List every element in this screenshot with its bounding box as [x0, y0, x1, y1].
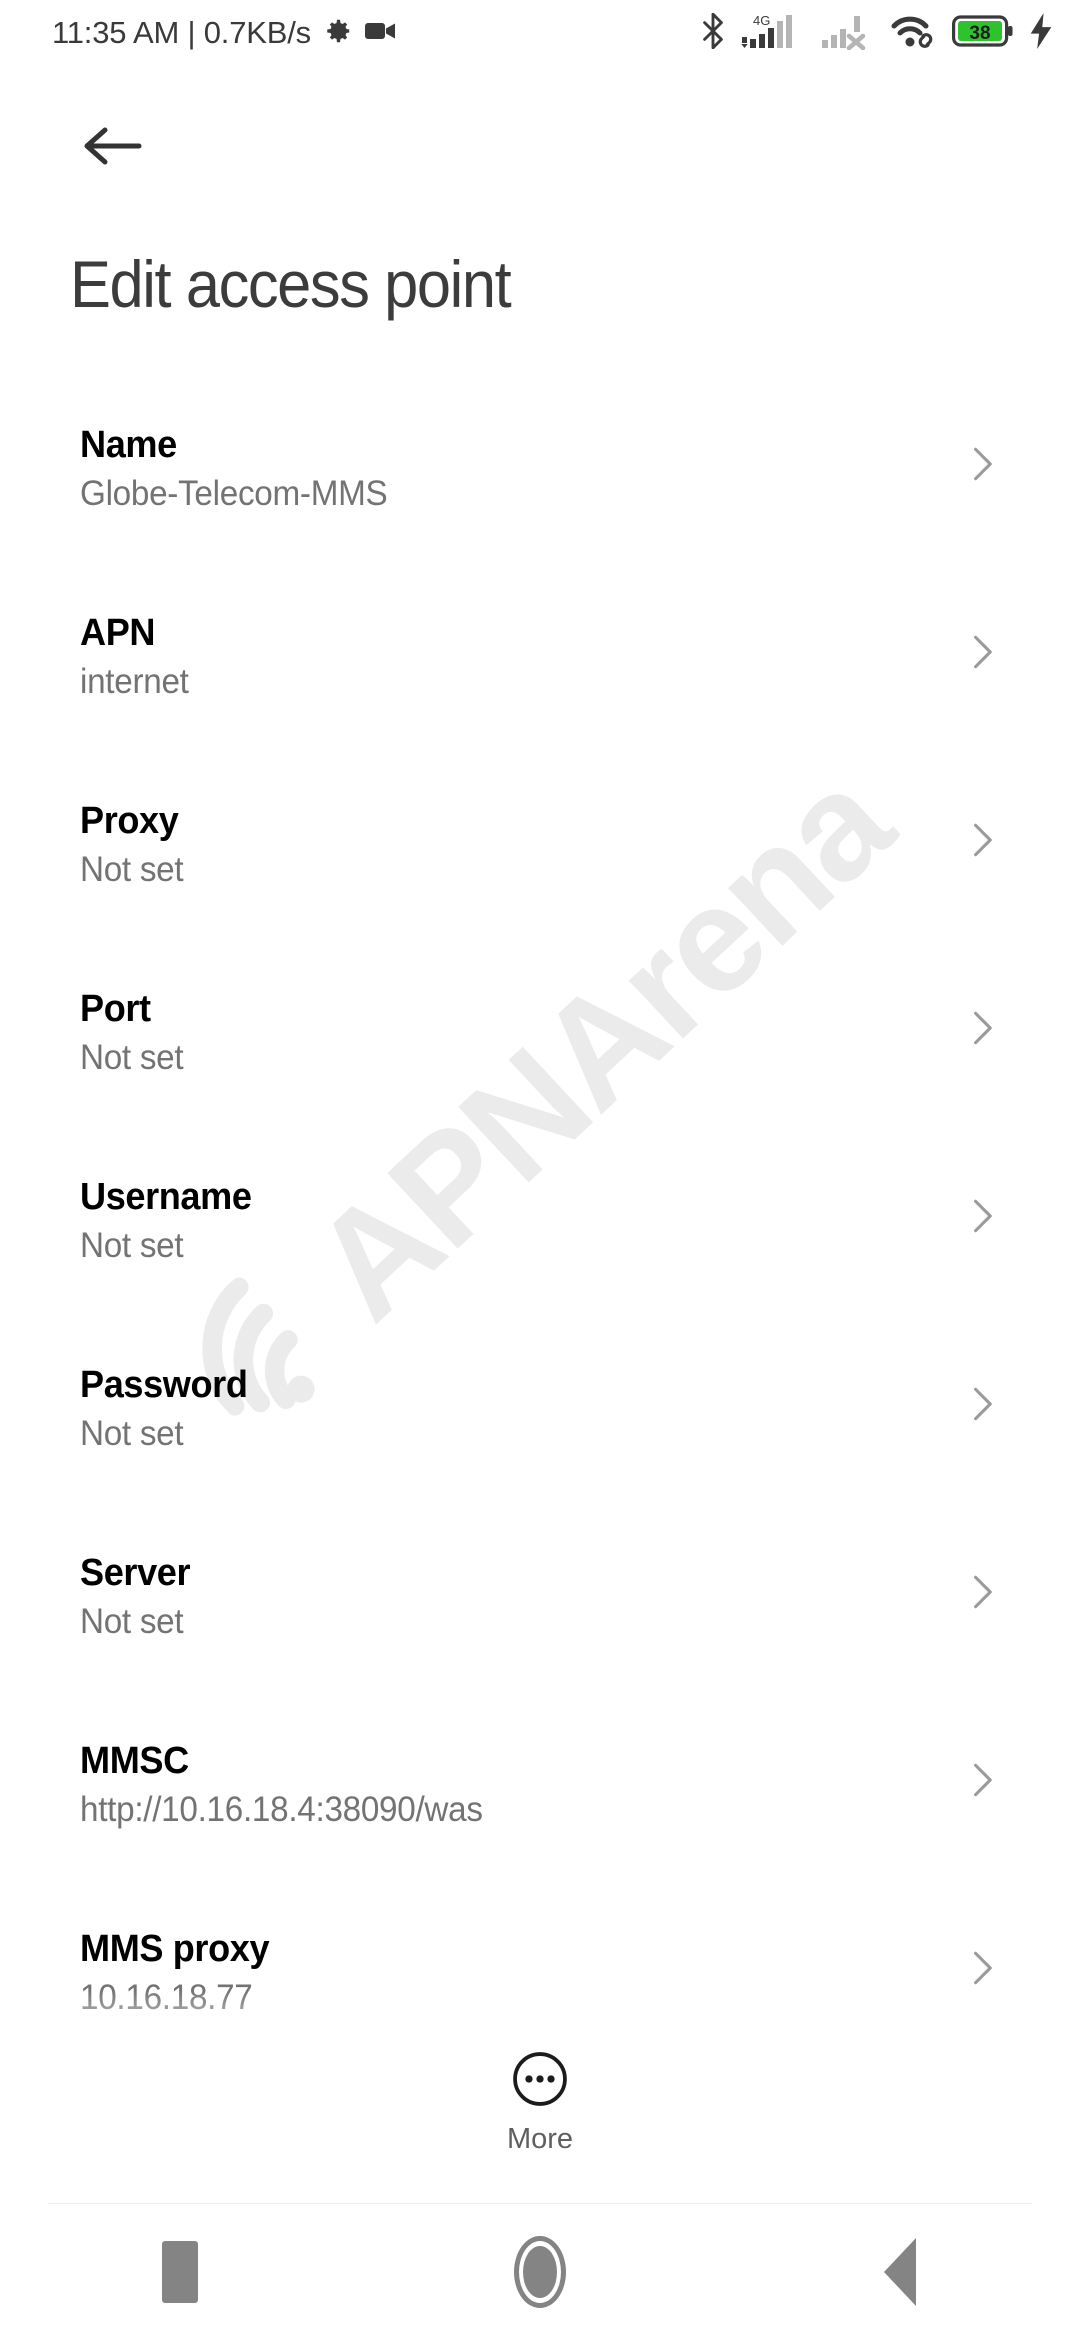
status-clock: 11:35 AM | 0.7KB/s: [52, 15, 311, 50]
chevron-right-icon: [960, 1006, 1004, 1050]
back-button[interactable]: [70, 106, 154, 190]
nav-home-button[interactable]: [360, 2204, 720, 2340]
signal-4g-icon: 4G: [740, 12, 806, 55]
circle-icon: [514, 2236, 566, 2308]
setting-label: Password: [80, 1364, 248, 1406]
chevron-right-icon: [960, 1382, 1004, 1426]
setting-value: Not set: [80, 1602, 184, 1641]
triangle-left-icon: [884, 2238, 916, 2306]
setting-value: Globe-Telecom-MMS: [80, 474, 388, 513]
square-icon: [162, 2241, 198, 2303]
setting-value: Not set: [80, 1038, 184, 1077]
more-button[interactable]: More: [0, 2050, 1080, 2156]
bluetooth-icon: [700, 12, 726, 54]
nav-back-button[interactable]: [720, 2204, 1080, 2340]
camcorder-icon: [364, 19, 397, 48]
chevron-right-icon: [960, 818, 1004, 862]
status-bar-left: 11:35 AM | 0.7KB/s: [52, 15, 397, 51]
gear-icon: [323, 16, 353, 51]
setting-row-apn[interactable]: APN internet: [0, 600, 1080, 788]
setting-label: Port: [80, 988, 151, 1030]
chevron-right-icon: [960, 630, 1004, 674]
setting-row-server[interactable]: Server Not set: [0, 1540, 1080, 1728]
wifi-link-icon: [890, 12, 938, 55]
setting-value: internet: [80, 662, 189, 701]
status-bar-right: 4G 38: [700, 12, 1054, 55]
svg-text:4G: 4G: [753, 13, 770, 28]
setting-label: Username: [80, 1176, 252, 1218]
setting-row-username[interactable]: Username Not set: [0, 1164, 1080, 1352]
setting-value: Not set: [80, 1414, 184, 1453]
svg-text:38: 38: [969, 23, 990, 44]
more-circle-icon: [511, 2050, 569, 2113]
battery-icon: 38: [952, 14, 1014, 53]
setting-row-name[interactable]: Name Globe-Telecom-MMS: [0, 412, 1080, 600]
chevron-right-icon: [960, 1570, 1004, 1614]
setting-label: APN: [80, 612, 156, 654]
arrow-left-icon: [81, 124, 143, 173]
setting-row-proxy[interactable]: Proxy Not set: [0, 788, 1080, 976]
setting-label: Proxy: [80, 800, 179, 842]
more-label: More: [506, 2123, 574, 2155]
setting-label: MMS proxy: [80, 1928, 270, 1970]
setting-row-password[interactable]: Password Not set: [0, 1352, 1080, 1540]
nav-recents-button[interactable]: [0, 2204, 360, 2340]
setting-value: 10.16.18.77: [80, 1978, 253, 2017]
setting-label: Server: [80, 1552, 191, 1594]
chevron-right-icon: [960, 1758, 1004, 1802]
settings-list: Name Globe-Telecom-MMS APN internet Prox…: [0, 412, 1080, 2104]
nav-bar: [0, 2204, 1080, 2340]
setting-row-mmsc[interactable]: MMSC http://10.16.18.4:38090/was: [0, 1728, 1080, 1916]
setting-value: Not set: [80, 850, 184, 889]
setting-row-port[interactable]: Port Not set: [0, 976, 1080, 1164]
setting-value: Not set: [80, 1226, 184, 1265]
setting-value: http://10.16.18.4:38090/was: [80, 1790, 483, 1829]
charging-bolt-icon: [1028, 12, 1054, 54]
page-title: Edit access point: [70, 247, 512, 321]
setting-label: Name: [80, 424, 177, 466]
status-bar: 11:35 AM | 0.7KB/s 4G 38: [0, 0, 1080, 66]
chevron-right-icon: [960, 442, 1004, 486]
phone-screen: APNArena 11:35 AM | 0.7KB/s 4G 38 Edit a…: [0, 0, 1080, 2340]
setting-label: MMSC: [80, 1740, 189, 1782]
chevron-right-icon: [960, 1946, 1004, 1990]
chevron-right-icon: [960, 1194, 1004, 1238]
signal-sim2-off-icon: [820, 12, 876, 55]
